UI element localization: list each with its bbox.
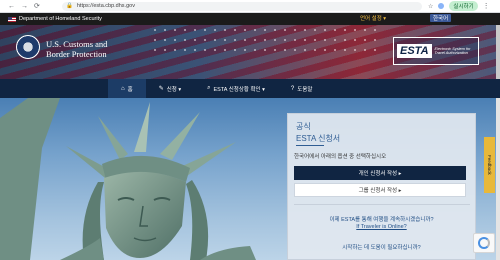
browser-actions: ☆ 실시하기 ⋮ <box>428 1 490 11</box>
forward-icon[interactable]: → <box>21 3 28 10</box>
language-value: 한국어 <box>430 14 452 22</box>
nav-item-help[interactable]: ? 도움말 <box>278 79 326 98</box>
gov-banner-text: Department of Homeland Security <box>19 16 102 22</box>
back-icon[interactable]: ← <box>8 3 15 10</box>
continue-travel-link[interactable]: 이제 ESTA를 통해 여행을 계속하시겠습니까? <box>288 215 475 223</box>
nav-item-label: 신청 ▾ <box>166 86 182 93</box>
esta-logo-tagline: Electronic System for Travel Authorizati… <box>434 46 471 56</box>
group-application-button[interactable]: 그룹 신청서 작성 ▸ <box>294 183 466 197</box>
individual-application-button[interactable]: 개인 신청서 작성 ▸ <box>294 166 466 180</box>
url-text: https://esta.cbp.dhs.gov <box>76 3 135 9</box>
header-scrollbar[interactable] <box>496 25 500 79</box>
star-icon[interactable]: ☆ <box>428 3 433 10</box>
card-kicker: 공식 <box>296 122 311 131</box>
pencil-icon: ✎ <box>158 86 164 92</box>
feedback-tab[interactable]: Feedback <box>484 137 495 193</box>
gov-banner: Department of Homeland Security 언어 설정 ▾ … <box>0 13 500 25</box>
feedback-label: Feedback <box>487 155 492 175</box>
extension-icon[interactable] <box>438 3 445 9</box>
statue-of-liberty-image <box>0 98 256 260</box>
agency-name[interactable]: U.S. Customs and Border Protection <box>46 39 107 59</box>
help-icon: ? <box>290 85 295 92</box>
language-select[interactable]: 한국어 <box>430 14 452 22</box>
card-title-underline <box>296 145 324 146</box>
recaptcha-badge[interactable] <box>473 233 495 253</box>
dhs-seal-icon[interactable] <box>16 35 40 59</box>
nav-item-home[interactable]: ⌂ 홈 <box>108 79 146 98</box>
card-intro-text: 한국어에서 아래의 옵션 중 선택하십시오 <box>294 154 387 160</box>
nav-item-status[interactable]: ⌕ ESTA 신청상황 확인 ▾ <box>194 79 278 98</box>
main-nav: ⌂ 홈 ✎ 신청 ▾ ⌕ ESTA 신청상황 확인 ▾ ? 도움말 <box>0 79 500 98</box>
home-icon: ⌂ <box>121 85 125 92</box>
nav-item-label: ESTA 신청상황 확인 ▾ <box>213 86 265 93</box>
language-link[interactable]: 언어 설정 ▾ <box>360 14 386 22</box>
nav-item-apply[interactable]: ✎ 신청 ▾ <box>146 79 194 98</box>
address-bar[interactable]: 🔒 https://esta.cbp.dhs.gov <box>62 1 422 11</box>
lock-icon: 🔒 <box>66 3 73 9</box>
card-title: ESTA 신청서 <box>296 134 341 143</box>
page-scrollbar[interactable] <box>496 98 500 260</box>
esta-logo[interactable]: ESTA Electronic System for Travel Author… <box>393 37 479 65</box>
traveler-online-link[interactable]: If Traveler is Online? <box>288 224 475 230</box>
recaptcha-icon <box>478 237 490 249</box>
need-help-link[interactable]: 시작하는 데 도움이 필요하십니까? <box>288 243 475 251</box>
application-card: 공식 ESTA 신청서 한국어에서 아래의 옵션 중 선택하십시오 개인 신청서… <box>287 113 476 260</box>
nav-item-label: 홈 <box>127 86 133 93</box>
browser-nav: ← → ⟳ <box>0 3 62 10</box>
reload-icon[interactable]: ⟳ <box>34 3 40 10</box>
menu-icon[interactable]: ⋮ <box>483 2 490 10</box>
esta-logo-word: ESTA <box>397 44 432 58</box>
card-divider <box>294 204 470 205</box>
nav-item-label: 도움말 <box>297 86 313 93</box>
us-flag-icon <box>8 16 16 22</box>
site-header: U.S. Customs and Border Protection ESTA … <box>0 25 500 79</box>
search-icon: ⌕ <box>207 85 211 91</box>
resume-button[interactable]: 실시하기 <box>449 1 478 11</box>
browser-toolbar: ← → ⟳ 🔒 https://esta.cbp.dhs.gov ☆ 실시하기 … <box>0 0 500 13</box>
flag-stars-decoration <box>150 25 380 55</box>
